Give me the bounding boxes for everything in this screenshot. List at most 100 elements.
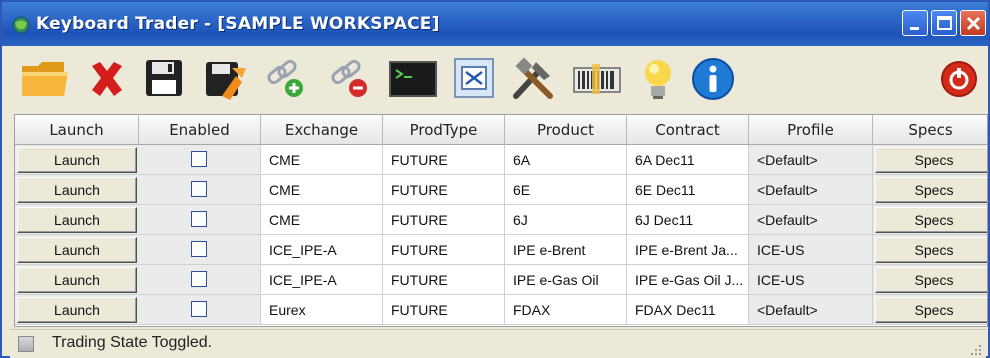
toolbar bbox=[2, 46, 988, 112]
console-button[interactable] bbox=[388, 56, 437, 102]
delete-x-icon bbox=[92, 62, 122, 96]
enabled-checkbox[interactable] bbox=[191, 271, 207, 287]
link-add-icon bbox=[267, 59, 303, 97]
contract-cell[interactable]: 6J Dec11 bbox=[627, 205, 749, 235]
contract-cell[interactable]: 6A Dec11 bbox=[627, 145, 749, 175]
close-icon bbox=[966, 16, 981, 31]
prodtype-cell[interactable]: FUTURE bbox=[383, 235, 505, 265]
delete-button[interactable] bbox=[84, 56, 130, 102]
exchange-cell[interactable]: ICE_IPE-A bbox=[261, 235, 383, 265]
table-row: Launch ICE_IPE-A FUTURE IPE e-Brent IPE … bbox=[15, 235, 987, 265]
specs-button[interactable]: Specs bbox=[875, 177, 987, 203]
launch-button[interactable]: Launch bbox=[17, 147, 137, 173]
power-button[interactable] bbox=[938, 56, 984, 102]
col-header-product[interactable]: Product bbox=[505, 115, 627, 145]
status-indicator-icon bbox=[18, 336, 34, 352]
col-header-exchange[interactable]: Exchange bbox=[261, 115, 383, 145]
launch-button[interactable]: Launch bbox=[17, 297, 137, 323]
exchange-cell[interactable]: CME bbox=[261, 145, 383, 175]
grid-header: Launch Enabled Exchange ProdType Product… bbox=[15, 115, 987, 145]
product-cell[interactable]: 6J bbox=[505, 205, 627, 235]
profile-cell[interactable]: <Default> bbox=[749, 145, 873, 175]
product-cell[interactable]: FDAX bbox=[505, 295, 627, 325]
prodtype-cell[interactable]: FUTURE bbox=[383, 265, 505, 295]
exchange-cell[interactable]: ICE_IPE-A bbox=[261, 265, 383, 295]
specs-button[interactable]: Specs bbox=[875, 207, 987, 233]
title-bar[interactable]: Keyboard Trader - [SAMPLE WORKSPACE] bbox=[2, 2, 988, 46]
minimize-button[interactable] bbox=[902, 10, 928, 36]
remove-link-button[interactable] bbox=[328, 56, 374, 102]
save-icon bbox=[146, 60, 182, 96]
prodtype-cell[interactable]: FUTURE bbox=[383, 205, 505, 235]
enabled-checkbox[interactable] bbox=[191, 241, 207, 257]
main-window: Keyboard Trader - [SAMPLE WORKSPACE] Lau… bbox=[0, 0, 990, 358]
terminal-icon bbox=[389, 61, 437, 97]
shuffle-button[interactable] bbox=[454, 56, 500, 102]
contract-cell[interactable]: 6E Dec11 bbox=[627, 175, 749, 205]
open-button[interactable] bbox=[20, 56, 68, 102]
resize-grip-icon[interactable] bbox=[970, 344, 982, 356]
col-header-profile[interactable]: Profile bbox=[749, 115, 873, 145]
profile-cell[interactable]: <Default> bbox=[749, 205, 873, 235]
product-cell[interactable]: 6A bbox=[505, 145, 627, 175]
keyboard-icon bbox=[573, 64, 621, 94]
specs-button[interactable]: Specs bbox=[875, 297, 987, 323]
prodtype-cell[interactable]: FUTURE bbox=[383, 175, 505, 205]
launch-button[interactable]: Launch bbox=[17, 237, 137, 263]
maximize-button[interactable] bbox=[931, 10, 957, 36]
table-row: Launch CME FUTURE 6J 6J Dec11 <Default> … bbox=[15, 205, 987, 235]
col-header-contract[interactable]: Contract bbox=[627, 115, 749, 145]
contracts-grid: Launch Enabled Exchange ProdType Product… bbox=[14, 114, 988, 327]
product-cell[interactable]: 6E bbox=[505, 175, 627, 205]
exchange-cell[interactable]: Eurex bbox=[261, 295, 383, 325]
col-header-specs[interactable]: Specs bbox=[873, 115, 987, 145]
save-as-icon bbox=[206, 62, 246, 100]
close-button[interactable] bbox=[960, 10, 986, 36]
launch-button[interactable]: Launch bbox=[17, 207, 137, 233]
prodtype-cell[interactable]: FUTURE bbox=[383, 145, 505, 175]
open-folder-icon bbox=[22, 62, 68, 96]
add-link-button[interactable] bbox=[264, 56, 310, 102]
profile-cell[interactable]: ICE-US bbox=[749, 265, 873, 295]
info-icon bbox=[692, 58, 734, 100]
tools-button[interactable] bbox=[510, 56, 556, 102]
power-icon bbox=[941, 61, 977, 97]
status-text: Trading State Toggled. bbox=[52, 334, 213, 351]
specs-button[interactable]: Specs bbox=[875, 147, 987, 173]
prodtype-cell[interactable]: FUTURE bbox=[383, 295, 505, 325]
tips-button[interactable] bbox=[638, 56, 684, 102]
info-button[interactable] bbox=[690, 56, 736, 102]
specs-button[interactable]: Specs bbox=[875, 237, 987, 263]
enabled-checkbox[interactable] bbox=[191, 301, 207, 317]
exchange-cell[interactable]: CME bbox=[261, 205, 383, 235]
table-row: Launch CME FUTURE 6A 6A Dec11 <Default> … bbox=[15, 145, 987, 175]
contract-cell[interactable]: IPE e-Brent Ja... bbox=[627, 235, 749, 265]
profile-cell[interactable]: <Default> bbox=[749, 295, 873, 325]
product-cell[interactable]: IPE e-Brent bbox=[505, 235, 627, 265]
table-row: Launch ICE_IPE-A FUTURE IPE e-Gas Oil IP… bbox=[15, 265, 987, 295]
exchange-cell[interactable]: CME bbox=[261, 175, 383, 205]
profile-cell[interactable]: ICE-US bbox=[749, 235, 873, 265]
launch-button[interactable]: Launch bbox=[17, 267, 137, 293]
keyboard-button[interactable] bbox=[572, 56, 621, 102]
profile-cell[interactable]: <Default> bbox=[749, 175, 873, 205]
col-header-launch[interactable]: Launch bbox=[15, 115, 139, 145]
contract-cell[interactable]: IPE e-Gas Oil J... bbox=[627, 265, 749, 295]
save-as-button[interactable] bbox=[202, 56, 248, 102]
enabled-checkbox[interactable] bbox=[191, 211, 207, 227]
table-row: Launch CME FUTURE 6E 6E Dec11 <Default> … bbox=[15, 175, 987, 205]
contract-cell[interactable]: FDAX Dec11 bbox=[627, 295, 749, 325]
specs-button[interactable]: Specs bbox=[875, 267, 987, 293]
table-row: Launch Eurex FUTURE FDAX FDAX Dec11 <Def… bbox=[15, 295, 987, 325]
lightbulb-icon bbox=[645, 60, 671, 99]
window-title: Keyboard Trader - [SAMPLE WORKSPACE] bbox=[36, 14, 440, 34]
col-header-prodtype[interactable]: ProdType bbox=[383, 115, 505, 145]
enabled-checkbox[interactable] bbox=[191, 181, 207, 197]
status-bar: Trading State Toggled. bbox=[10, 329, 986, 358]
minimize-icon bbox=[910, 27, 919, 30]
enabled-checkbox[interactable] bbox=[191, 151, 207, 167]
product-cell[interactable]: IPE e-Gas Oil bbox=[505, 265, 627, 295]
launch-button[interactable]: Launch bbox=[17, 177, 137, 203]
save-button[interactable] bbox=[142, 56, 188, 102]
col-header-enabled[interactable]: Enabled bbox=[139, 115, 261, 145]
